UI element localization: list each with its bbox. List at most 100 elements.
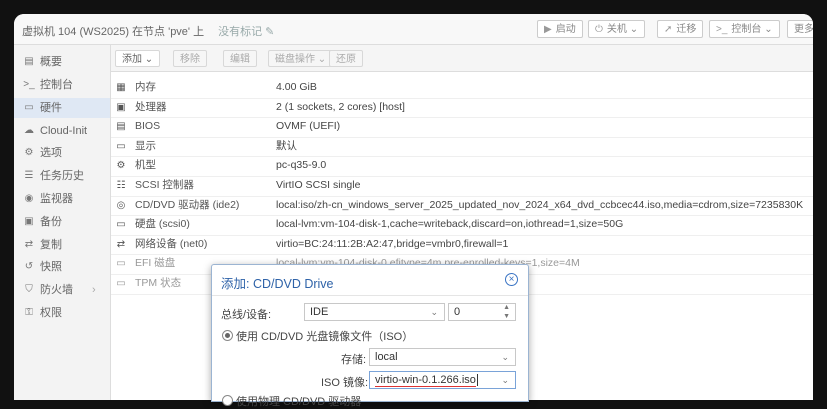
terminal-icon: >_ (716, 24, 728, 35)
history-icon: ↺ (24, 261, 34, 272)
dialog-header: 添加: CD/DVD Drive × (212, 265, 528, 296)
hardware-row[interactable]: ◎ CD/DVD 驱动器 (ide2) local:iso/zh-cn_window… (111, 196, 813, 217)
console-button[interactable]: >_ 控制台 ⌄ (709, 20, 780, 38)
bus-value: IDE (310, 306, 329, 318)
hardware-value: virtio=BC:24:11:2B:A2:47,bridge=vmbr0,fi… (276, 237, 509, 250)
vm-header: 虚拟机 104 (WS2025) 在节点 'pve' 上 没有标记 ✎ ▶ 启动 ⏻… (14, 14, 813, 45)
sidebar-item-9[interactable]: ↺ 快照 (14, 257, 110, 277)
hardware-key: TPM 状态 (135, 277, 182, 289)
add-button[interactable]: 添加 ⌄ (115, 50, 161, 67)
hardware-key: EFI 磁盘 (135, 257, 176, 270)
sidebar-item-10[interactable]: ⛉ 防火墙 › (14, 280, 110, 300)
hardware-key: BIOS (135, 120, 161, 133)
iso-image-select[interactable]: virtio-win-0.1.266.iso ⌄ (369, 371, 516, 389)
sidebar-item-8[interactable]: ⇄ 复制 (14, 235, 110, 255)
hardware-row[interactable]: ⚙ 机型 pc-q35-9.0 (111, 156, 813, 177)
save-icon: ▣ (24, 216, 34, 227)
sidebar-item-5[interactable]: ☰ 任务历史 (14, 166, 110, 186)
radio-use-physical[interactable] (222, 395, 233, 406)
hardware-value: OVMF (UEFI) (276, 120, 341, 133)
hardware-key: CD/DVD 驱动器 (ide2) (135, 198, 240, 211)
text-caret (476, 374, 478, 387)
start-button[interactable]: ▶ 启动 (537, 20, 583, 38)
sidebar-item-0[interactable]: ▤ 概要 (14, 52, 110, 72)
hardware-value: 4.00 GiB (276, 81, 317, 93)
storage-value: local (375, 351, 398, 363)
desktop-icon: ▭ (116, 140, 126, 152)
hardware-key: 内存 (135, 81, 156, 93)
bus-select[interactable]: IDE ⌄ (304, 303, 445, 321)
vm-sidebar: ▤ 概要 >_ 控制台 ▭ 硬件 ☁ Cloud-Init ⚙ 选项 ☰ 任务历史 ◉ 监视器 ▣ 备份 ⇄ 复制… (14, 45, 111, 400)
hardware-value: 默认 (276, 139, 297, 152)
more-button[interactable]: 更多 (787, 20, 813, 38)
tag-edit[interactable]: 没有标记 ✎ (218, 26, 274, 38)
book-icon: ▤ (24, 56, 34, 67)
chevron-down-icon: ⌄ (764, 24, 773, 35)
iso-image-value: virtio-win-0.1.266.iso (375, 374, 476, 387)
retweet-icon: ⇄ (24, 239, 34, 250)
hardware-row[interactable]: ☷ SCSI 控制器 VirtIO SCSI single (111, 176, 813, 197)
vm-title-text: 虚拟机 104 (WS2025) 在节点 'pve' 上 (22, 26, 205, 38)
chevron-down-icon: ⌄ (317, 54, 327, 65)
hardware-row[interactable]: ▭ 硬盘 (scsi0) local-lvm:vm-104-disk-1,cache… (111, 215, 813, 236)
sidebar-item-label: 监视器 (40, 193, 73, 205)
sidebar-item-label: 复制 (40, 239, 62, 251)
edit-button[interactable]: 编辑 (223, 50, 257, 67)
cogs-icon: ⚙ (116, 160, 126, 172)
add-cdrom-dialog: 添加: CD/DVD Drive × 总线/设备: IDE ⌄ 0 ▲ ▼ 使用 CD… (211, 264, 529, 408)
hardware-key: 网络设备 (net0) (135, 237, 208, 250)
chevron-down-icon: ⌄ (430, 307, 438, 317)
chevron-right-icon: › (92, 284, 96, 296)
disk-action-button[interactable]: 磁盘操作 ⌄ (268, 50, 334, 67)
storage-select[interactable]: local ⌄ (369, 348, 516, 366)
device-value: 0 (454, 306, 461, 318)
sidebar-item-7[interactable]: ▣ 备份 (14, 212, 110, 232)
cloud-icon: ☁ (24, 125, 34, 136)
monitor-icon: ▭ (24, 102, 34, 113)
cdrom-icon: ◎ (116, 199, 126, 211)
revert-button[interactable]: 还原 (329, 50, 363, 67)
sidebar-item-4[interactable]: ⚙ 选项 (14, 143, 110, 163)
sidebar-item-label: 备份 (40, 216, 62, 228)
sidebar-item-label: 控制台 (40, 79, 73, 91)
radio-use-iso[interactable] (222, 330, 233, 341)
hardware-key: 机型 (135, 159, 156, 172)
sidebar-item-1[interactable]: >_ 控制台 (14, 75, 110, 95)
hardware-row[interactable]: ▦ 内存 4.00 GiB (111, 78, 813, 99)
shield-icon: ⛉ (25, 284, 33, 295)
sidebar-item-6[interactable]: ◉ 监视器 (14, 189, 110, 209)
chip-icon: ▤ (116, 121, 126, 133)
sidebar-item-label: 权限 (40, 307, 62, 319)
sidebar-item-label: 防火墙 (40, 284, 73, 296)
chevron-down-icon: ⌄ (144, 54, 154, 65)
network-icon: ⇄ (116, 238, 126, 250)
hardware-value: VirtIO SCSI single (276, 179, 361, 191)
hardware-value: pc-q35-9.0 (276, 159, 327, 172)
remove-button[interactable]: 移除 (173, 50, 207, 67)
iso-image-label: ISO 镜像: (321, 377, 369, 389)
sidebar-item-label: Cloud-Init (40, 125, 88, 137)
shutdown-label: 关机 (606, 24, 627, 35)
eye-icon: ◉ (24, 193, 34, 204)
hardware-row[interactable]: ▭ 显示 默认 (111, 137, 813, 158)
close-icon[interactable]: × (505, 273, 518, 286)
sidebar-item-label: 概要 (40, 56, 62, 68)
hardware-key: 硬盘 (scsi0) (135, 218, 190, 231)
sidebar-item-11[interactable]: ⚿ 权限 (14, 303, 110, 323)
sidebar-item-label: 任务历史 (40, 170, 84, 182)
sidebar-item-3[interactable]: ☁ Cloud-Init (14, 121, 110, 141)
migrate-button[interactable]: ➚ 迁移 (657, 20, 704, 38)
hdd-icon: ▭ (116, 278, 126, 289)
hdd-icon: ▭ (116, 258, 126, 270)
device-number-field[interactable]: 0 ▲ ▼ (448, 303, 516, 321)
hardware-row[interactable]: ▤ BIOS OVMF (UEFI) (111, 117, 813, 138)
chevron-down-icon: ⌄ (501, 352, 509, 362)
sidebar-item-2[interactable]: ▭ 硬件 (14, 98, 110, 118)
sidebar-item-label: 选项 (40, 147, 62, 159)
start-label: 启动 (555, 24, 576, 35)
hardware-row[interactable]: ▣ 处理器 2 (1 sockets, 2 cores) [host] (111, 98, 813, 119)
gear-icon: ⚙ (24, 147, 34, 158)
shutdown-button[interactable]: ⏻ 关机 ⌄ (588, 20, 646, 38)
bus-label: 总线/设备: (221, 309, 272, 321)
hardware-row[interactable]: ⇄ 网络设备 (net0) virtio=BC:24:11:2B:A2:47,bri… (111, 235, 813, 256)
